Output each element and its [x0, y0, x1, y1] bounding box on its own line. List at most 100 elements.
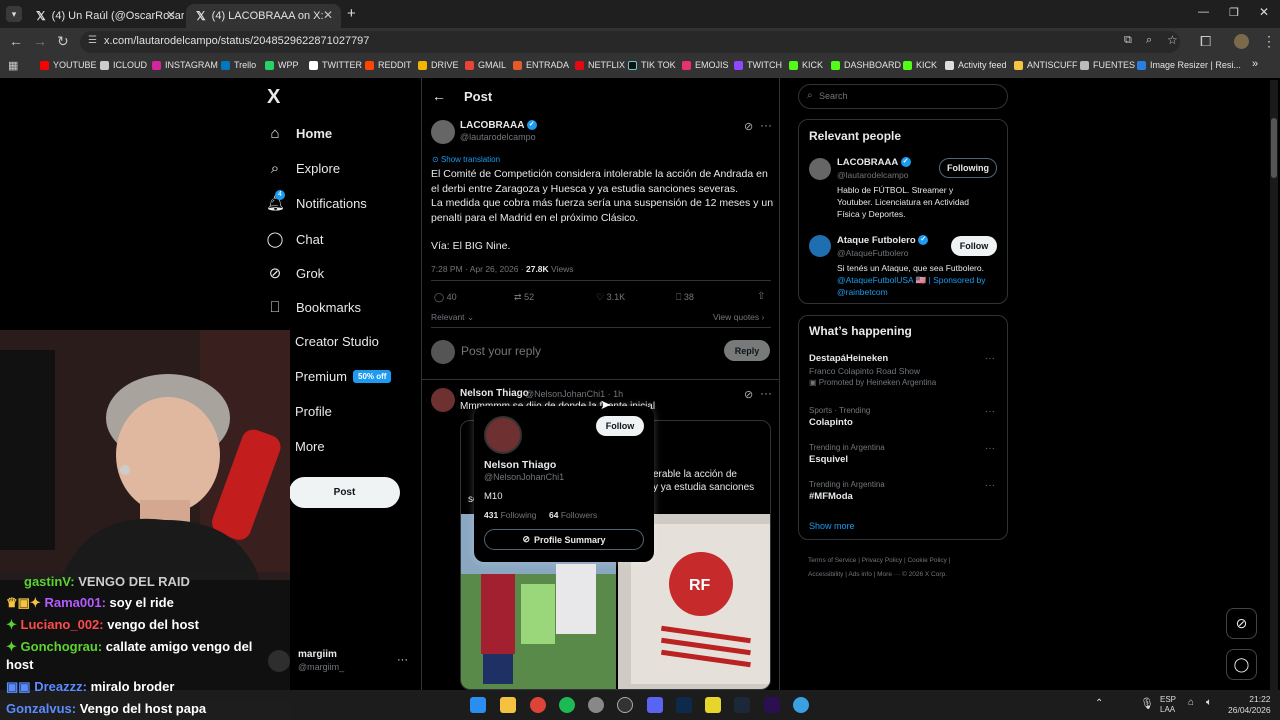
bookmark-drive[interactable]: DRIVE	[418, 60, 459, 70]
more-options-icon[interactable]: ···	[985, 443, 995, 454]
grok-icon[interactable]: ⊘	[744, 388, 753, 401]
more-options-icon[interactable]: ···	[985, 406, 995, 417]
new-tab-button[interactable]: +	[347, 5, 356, 22]
post-author-name[interactable]: LACOBRAAA ✓	[460, 120, 537, 131]
followers-count[interactable]: 64 Followers	[549, 510, 597, 520]
tab-list-button[interactable]: ▾	[6, 6, 22, 22]
following-button[interactable]: Following	[939, 158, 997, 178]
view-quotes-link[interactable]: View quotes ›	[713, 312, 764, 322]
spotify-icon[interactable]	[559, 697, 575, 713]
like-action[interactable]: ♡ 3.1K	[596, 292, 625, 303]
show-translation-link[interactable]: ⊙ Show translation	[432, 155, 500, 164]
photoshop-icon[interactable]	[676, 697, 692, 713]
messages-float-button[interactable]: ◯	[1226, 649, 1257, 680]
tray-chevron-icon[interactable]: ⌃	[1095, 698, 1103, 709]
network-icon[interactable]: ⌂	[1188, 697, 1194, 708]
bookmark-entrada[interactable]: ENTRADA	[513, 60, 569, 70]
minimize-button[interactable]: —	[1198, 6, 1209, 18]
clock[interactable]: 21:22 26/04/2026	[1228, 694, 1271, 716]
nav-profile[interactable]: Profile	[295, 404, 332, 419]
nav-explore[interactable]: ⌕ Explore	[266, 160, 340, 177]
zoom-icon[interactable]: ⌕	[1146, 34, 1152, 47]
hover-card-handle[interactable]: @NelsonJohanChi1	[484, 472, 564, 482]
bookmark-trello[interactable]: Trello	[221, 60, 256, 70]
bookmark-icloud[interactable]: ICLOUD	[100, 60, 147, 70]
windows-start-icon[interactable]	[470, 697, 486, 713]
person-handle[interactable]: @AtaqueFutbolero	[837, 248, 908, 258]
x-logo[interactable]: X	[267, 86, 280, 109]
bookmark-twitter[interactable]: TWITTER	[309, 60, 362, 70]
follow-button[interactable]: Follow	[596, 416, 644, 436]
trend-item[interactable]: Trending in Argentina Esquivel ···	[809, 443, 1004, 465]
more-options-icon[interactable]: ···	[760, 118, 772, 132]
sort-replies-dropdown[interactable]: Relevant ⌄	[431, 312, 474, 323]
bookmark-emojis[interactable]: EMOJIS	[682, 60, 729, 70]
page-scrollbar[interactable]	[1270, 80, 1278, 690]
app-icon[interactable]	[793, 697, 809, 713]
grok-icon[interactable]: ⊘	[744, 120, 753, 133]
bookmark-reddit[interactable]: REDDIT	[365, 60, 412, 70]
file-explorer-icon[interactable]	[500, 697, 516, 713]
nav-chat[interactable]: ◯ Chat	[266, 230, 324, 248]
install-icon[interactable]: ⧉	[1124, 34, 1132, 47]
reply-author-avatar[interactable]	[431, 388, 455, 412]
share-icon[interactable]: ⇧	[757, 291, 765, 302]
hover-card-name[interactable]: Nelson Thiago	[484, 459, 556, 471]
menu-icon[interactable]: ⋮	[1262, 33, 1276, 50]
account-switcher[interactable]: margiim @margiim_ ···	[268, 646, 418, 676]
apps-icon[interactable]: ▦	[8, 59, 18, 72]
account-more-icon[interactable]: ···	[397, 654, 408, 666]
more-options-icon[interactable]: ···	[985, 480, 995, 491]
close-window-button[interactable]: ✕	[1259, 5, 1269, 19]
bookmark-instagram[interactable]: INSTAGRAM	[152, 60, 218, 70]
show-more-link[interactable]: Show more	[809, 521, 855, 531]
bookmark-fuentes[interactable]: FUENTES	[1080, 60, 1135, 70]
discord-icon[interactable]	[647, 697, 663, 713]
more-options-icon[interactable]: ···	[985, 353, 995, 364]
search-input[interactable]: ⌕ Search	[798, 84, 1008, 109]
post-author-handle[interactable]: @lautarodelcampo	[460, 132, 536, 142]
profile-avatar[interactable]	[1234, 34, 1249, 49]
profile-summary-button[interactable]: ⊘ Profile Summary	[484, 529, 644, 550]
extensions-icon[interactable]: ⧠	[1200, 33, 1211, 50]
bookmark-activity-feed[interactable]: Activity feed	[945, 60, 1007, 70]
hover-card-avatar[interactable]	[484, 416, 522, 454]
nav-home[interactable]: ⌂ Home	[266, 125, 332, 142]
language-indicator[interactable]: ESP LAA	[1160, 695, 1176, 715]
app-icon[interactable]	[588, 697, 604, 713]
following-count[interactable]: 431 Following	[484, 510, 536, 520]
tab-1[interactable]: 𝕏 (4) LACOBRAAA on X: "@Ataqu ✕	[186, 4, 341, 28]
bookmark-antiscuff[interactable]: ANTISCUFF	[1014, 60, 1078, 70]
bookmark-youtube[interactable]: YOUTUBE	[40, 60, 97, 70]
chrome-icon[interactable]	[530, 697, 546, 713]
bookmark-wpp[interactable]: WPP	[265, 60, 299, 70]
back-icon[interactable]: ←	[9, 33, 23, 49]
bookmark-dashboard[interactable]: DASHBOARD	[831, 60, 901, 70]
bookmark-action[interactable]: ⎕ 38	[676, 292, 694, 303]
nav-notifications[interactable]: 🔔︎ 4 Notifications	[266, 190, 367, 212]
notes-icon[interactable]	[705, 697, 721, 713]
post-button[interactable]: Post	[289, 477, 400, 508]
premiere-icon[interactable]	[764, 697, 780, 713]
avatar[interactable]	[809, 158, 831, 180]
maximize-button[interactable]: ❐	[1229, 6, 1239, 19]
microphone-icon[interactable]: 🎙︎	[1140, 697, 1154, 710]
author-avatar[interactable]	[431, 120, 455, 144]
address-bar[interactable]: ☰ x.com/lautarodelcampo/status/204852962…	[80, 31, 1180, 53]
bookmark-netflix[interactable]: NETFLIX	[575, 60, 625, 70]
reply-button[interactable]: Reply	[724, 340, 770, 361]
repost-action[interactable]: ⇄ 52	[514, 292, 534, 303]
tab-0[interactable]: 𝕏 (4) Un Raúl (@OscarRosario56) ✕	[26, 4, 184, 28]
obs-icon[interactable]	[617, 697, 633, 713]
forward-icon[interactable]: →	[33, 33, 47, 49]
close-tab-icon[interactable]: ✕	[166, 8, 176, 22]
trend-item[interactable]: Trending in Argentina #MFModa ···	[809, 480, 1004, 502]
more-options-icon[interactable]: ···	[760, 386, 772, 400]
person-handle[interactable]: @lautarodelcampo	[837, 170, 908, 180]
nav-more[interactable]: More	[295, 439, 325, 454]
reply-author-name[interactable]: Nelson Thiago	[460, 388, 529, 399]
nav-premium[interactable]: Premium 50% off	[295, 369, 392, 384]
volume-icon[interactable]: 🔈︎	[1206, 697, 1212, 708]
nav-creator-studio[interactable]: Creator Studio	[295, 334, 379, 349]
nav-grok[interactable]: ⊘ Grok	[266, 264, 324, 282]
